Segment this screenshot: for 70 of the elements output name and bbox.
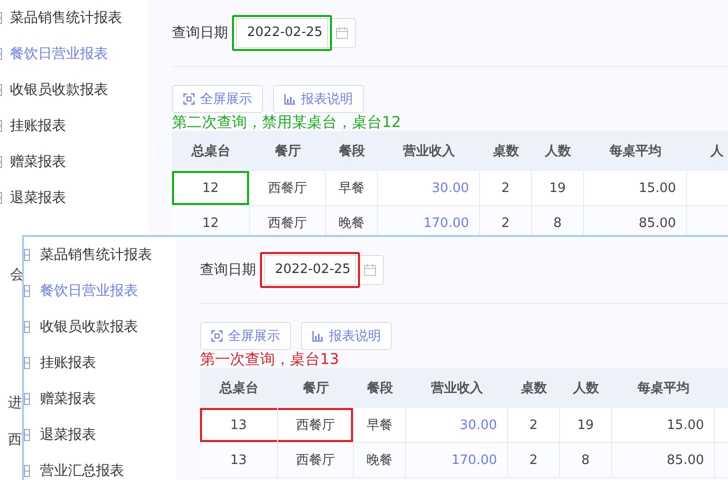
- sidebar-item[interactable]: 收银员收款报表: [10, 81, 108, 99]
- sidebar-item[interactable]: 退菜报表: [10, 189, 66, 207]
- column-header: 桌数: [520, 380, 548, 398]
- sidebar-item[interactable]: 赠菜报表: [10, 153, 66, 171]
- column-header: 营业收入: [402, 142, 456, 161]
- column-header: 人数: [572, 380, 600, 398]
- date-field[interactable]: 2022-02-25: [236, 18, 328, 48]
- sidebar-item[interactable]: 营业汇总报表: [40, 462, 124, 480]
- fullscreen-button[interactable]: 全屏展示: [172, 85, 263, 113]
- table-cell: 13: [200, 443, 278, 477]
- table-cell: 2: [508, 443, 560, 477]
- date-label: 查询日期: [172, 24, 228, 42]
- table-cell: 早餐: [354, 408, 406, 442]
- annotation-text: 第一次查询，桌台13: [200, 350, 340, 368]
- sidebar-item[interactable]: 菜品销售统计报表: [40, 246, 152, 264]
- table-cell: 8: [560, 443, 612, 477]
- calendar-icon: [364, 264, 376, 276]
- bar-chart-icon: [312, 330, 324, 342]
- column-header: 人数: [544, 143, 572, 161]
- sidebar-item[interactable]: 挂账报表: [10, 117, 66, 135]
- annotation-text: 第二次查询，禁用某桌台，桌台12: [172, 113, 402, 131]
- fullscreen-button[interactable]: 全屏展示: [200, 322, 291, 350]
- column-header: 营业收入: [430, 380, 484, 398]
- sidebar-item[interactable]: 赠菜报表: [40, 390, 96, 408]
- amount-link[interactable]: 30.00: [378, 171, 480, 205]
- sidebar-item[interactable]: 菜品销售统计报表: [10, 9, 122, 27]
- table-cell: 15.00: [612, 408, 715, 442]
- column-header: 餐段: [338, 143, 366, 161]
- table-cell: 早餐: [326, 171, 378, 205]
- table-cell: 85.00: [612, 443, 715, 477]
- column-header: 餐段: [366, 380, 394, 398]
- table-cell: 19: [560, 408, 612, 442]
- sidebar-item-fragment: 西: [8, 431, 22, 449]
- table-cell: 13: [200, 408, 278, 442]
- amount-link[interactable]: 170.00: [406, 443, 508, 477]
- fullscreen-icon: [211, 330, 223, 342]
- calendar-icon: [336, 27, 348, 39]
- date-label: 查询日期: [200, 261, 256, 279]
- date-field[interactable]: 2022-02-25: [264, 255, 356, 285]
- sidebar-item-fragment: 会: [10, 266, 24, 284]
- sidebar-item[interactable]: 收银员收款报表: [40, 318, 138, 336]
- report-help-button[interactable]: 报表说明: [301, 322, 392, 350]
- sidebar-item[interactable]: 挂账报表: [40, 354, 96, 372]
- column-header: 总桌台: [218, 380, 260, 398]
- table-cell: 19: [532, 171, 584, 205]
- column-header: 餐厅: [274, 143, 302, 161]
- table-cell: 15.00: [584, 171, 687, 205]
- table-cell: 晚餐: [354, 443, 406, 477]
- sidebar-item[interactable]: 餐饮日营业报表: [40, 282, 138, 300]
- table-cell: 2: [508, 408, 560, 442]
- column-header: 总桌台: [190, 143, 232, 161]
- report-help-button[interactable]: 报表说明: [273, 85, 364, 113]
- calendar-button[interactable]: [328, 18, 356, 48]
- column-header: 桌数: [492, 143, 520, 161]
- calendar-button[interactable]: [356, 255, 384, 285]
- table-cell: 2: [480, 171, 532, 205]
- table-cell: 西餐厅: [278, 443, 354, 477]
- sidebar-item[interactable]: 餐饮日营业报表: [10, 45, 108, 63]
- column-header: 人: [709, 143, 724, 161]
- sidebar-item-fragment: 进: [8, 394, 22, 412]
- sidebar-item[interactable]: 退菜报表: [40, 426, 96, 444]
- column-header: 每桌平均: [636, 380, 690, 398]
- table-cell: 西餐厅: [250, 171, 326, 205]
- column-header: 每桌平均: [608, 143, 662, 161]
- fullscreen-icon: [183, 93, 195, 105]
- amount-link[interactable]: 30.00: [406, 408, 508, 442]
- table-cell: 西餐厅: [278, 408, 354, 442]
- table-cell: 12: [172, 171, 250, 205]
- bar-chart-icon: [284, 93, 296, 105]
- column-header: 餐厅: [302, 380, 330, 398]
